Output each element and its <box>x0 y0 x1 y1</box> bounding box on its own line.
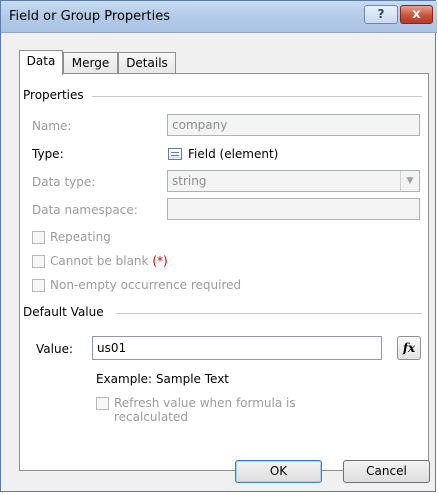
data-namespace-label: Data namespace: <box>32 203 138 217</box>
data-namespace-field[interactable] <box>167 198 420 220</box>
field-element-icon <box>168 148 182 160</box>
default-value-section-label: Default Value <box>23 305 108 319</box>
repeating-checkbox[interactable] <box>32 231 45 244</box>
value-label: Value: <box>36 342 73 356</box>
tab-merge[interactable]: Merge <box>63 52 118 74</box>
dialog-window: Field or Group Properties ? x Data Merge… <box>0 0 437 492</box>
data-type-select[interactable]: string ▼ <box>167 170 420 192</box>
help-button[interactable]: ? <box>364 5 398 24</box>
properties-divider <box>92 96 422 97</box>
cannot-be-blank-label-wrap: Cannot be blank (*) <box>50 254 168 268</box>
title-bar: Field or Group Properties ? x <box>1 1 437 33</box>
formula-button[interactable]: fx <box>397 336 421 360</box>
tab-details[interactable]: Details <box>118 52 176 74</box>
non-empty-occurrence-label: Non-empty occurrence required <box>50 278 242 292</box>
refresh-value-label-line2: recalculated <box>114 410 188 424</box>
data-tab-panel: Properties Name: company Type: Field (el… <box>19 73 429 471</box>
name-label: Name: <box>32 119 72 133</box>
repeating-label: Repeating <box>50 230 111 244</box>
dialog-body: Data Merge Details Properties Name: comp… <box>5 33 433 489</box>
example-text: Example: Sample Text <box>96 372 229 386</box>
dialog-title: Field or Group Properties <box>9 9 170 24</box>
required-marker: (*) <box>152 254 168 268</box>
cancel-button[interactable]: Cancel <box>343 460 430 483</box>
data-type-value: string <box>172 174 207 188</box>
type-label: Type: <box>32 147 64 161</box>
chevron-down-icon[interactable]: ▼ <box>400 171 419 191</box>
refresh-value-checkbox[interactable] <box>96 397 109 410</box>
refresh-value-label-line1: Refresh value when formula is <box>114 396 296 410</box>
cannot-be-blank-checkbox[interactable] <box>32 255 45 268</box>
name-field[interactable]: company <box>167 114 420 136</box>
close-button[interactable]: x <box>400 5 433 24</box>
properties-section-label: Properties <box>23 88 88 102</box>
default-value-input[interactable]: us01 <box>92 336 382 360</box>
non-empty-occurrence-checkbox[interactable] <box>32 279 45 292</box>
refresh-value-label: Refresh value when formula is recalculat… <box>114 396 296 424</box>
ok-button[interactable]: OK <box>235 460 322 483</box>
default-value-divider <box>116 313 422 314</box>
cannot-be-blank-label: Cannot be blank <box>50 254 149 268</box>
data-type-label: Data type: <box>32 175 96 189</box>
tab-data[interactable]: Data <box>19 50 63 75</box>
type-value: Field (element) <box>188 147 279 161</box>
